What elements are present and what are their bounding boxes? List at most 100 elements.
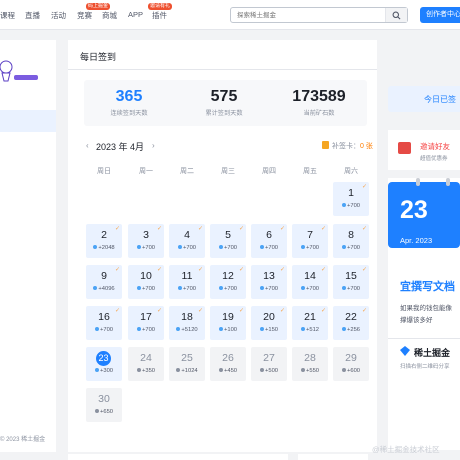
calendar-day-cell[interactable]: 24 +350 bbox=[128, 347, 164, 381]
calendar-day-cell[interactable]: 7 +700 ✓ bbox=[292, 224, 328, 258]
reward-points-value: +512 bbox=[305, 327, 320, 333]
ore-icon bbox=[136, 286, 141, 290]
ore-icon bbox=[93, 286, 98, 290]
nav-activity[interactable]: 活动 bbox=[51, 10, 66, 21]
calendar-day-cell[interactable]: 28 +550 bbox=[292, 347, 328, 381]
nav-live[interactable]: 直播 bbox=[25, 10, 40, 21]
nav-app[interactable]: APP bbox=[128, 10, 143, 19]
calendar-day-cell[interactable]: 2 +2048 ✓ bbox=[86, 224, 122, 258]
calendar-day-cell[interactable]: 12 +700 ✓ bbox=[210, 265, 246, 299]
ore-icon bbox=[177, 245, 182, 249]
calendar-day-cell[interactable]: 11 +700 ✓ bbox=[169, 265, 205, 299]
ore-icon bbox=[93, 245, 98, 249]
calendar-day-cell[interactable]: 5 +700 ✓ bbox=[210, 224, 246, 258]
patch-card-icon bbox=[322, 141, 329, 149]
daily-calendar-card: 23 Apr. 2023 宜撰写文档 如果我的钱包能像 撑爆该多好 稀土掘金 扫… bbox=[388, 178, 460, 450]
weekday-label: 周四 bbox=[262, 168, 276, 175]
reward-points-value: +500 bbox=[264, 368, 279, 374]
creator-center-button[interactable]: 创作者中心 bbox=[420, 7, 460, 23]
calendar-day-cell[interactable]: 14 +700 ✓ bbox=[292, 265, 328, 299]
nav-contest[interactable]: 竞赛 bbox=[77, 10, 92, 21]
ore-icon bbox=[300, 286, 305, 290]
calendar-day-cell[interactable]: 21 +512 ✓ bbox=[292, 306, 328, 340]
reward-points: +600 bbox=[333, 368, 369, 374]
search-icon bbox=[392, 11, 401, 20]
calendar-day-cell[interactable]: 3 +700 ✓ bbox=[128, 224, 164, 258]
ore-icon bbox=[341, 203, 346, 207]
calendar-day-cell[interactable]: 8 +700 ✓ bbox=[333, 224, 369, 258]
reward-points-value: +700 bbox=[305, 245, 320, 251]
search-input[interactable] bbox=[237, 11, 377, 20]
calendar-day-cell[interactable]: 17 +700 ✓ bbox=[128, 306, 164, 340]
reward-points-value: +700 bbox=[182, 286, 197, 292]
patch-card[interactable]: 补签卡：0 张 bbox=[322, 141, 373, 151]
calendar-day-cell[interactable]: 23 +300 bbox=[86, 347, 122, 381]
calendar-day-cell[interactable]: 30 +650 bbox=[86, 388, 122, 422]
calendar-day-cell[interactable]: 6 +700 ✓ bbox=[251, 224, 287, 258]
day-number: 28 bbox=[304, 352, 316, 364]
calendar-day-cell[interactable]: 13 +700 ✓ bbox=[251, 265, 287, 299]
calendar-day-cell[interactable]: 27 +500 bbox=[251, 347, 287, 381]
signed-check-icon: ✓ bbox=[156, 308, 162, 314]
reward-points: +700 bbox=[251, 245, 287, 251]
calendar-day-cell[interactable]: 16 +700 ✓ bbox=[86, 306, 122, 340]
calendar-day-cell[interactable]: 20 +150 ✓ bbox=[251, 306, 287, 340]
ore-icon bbox=[341, 368, 346, 372]
calendar-day-cell[interactable]: 26 +450 bbox=[210, 347, 246, 381]
reward-points: +700 bbox=[333, 203, 369, 209]
ore-icon bbox=[136, 368, 141, 372]
signin-panel: 每日签到 365 连续签到天数 575 累计签到天数 173589 当前矿石数 … bbox=[68, 40, 377, 452]
calendar-day-cell[interactable]: 15 +700 ✓ bbox=[333, 265, 369, 299]
reward-points-value: +350 bbox=[141, 368, 156, 374]
brand-name: 稀土掘金 bbox=[414, 348, 451, 358]
stat-ore-label: 当前矿石数 bbox=[303, 110, 335, 117]
ore-icon bbox=[94, 368, 99, 372]
ore-icon bbox=[176, 368, 181, 372]
reward-points-value: +700 bbox=[346, 245, 361, 251]
reward-points: +2048 bbox=[86, 245, 122, 251]
signed-check-icon: ✓ bbox=[320, 226, 326, 232]
chevron-right-icon[interactable]: › bbox=[152, 141, 155, 150]
calendar-day-cell[interactable]: 22 +256 ✓ bbox=[333, 306, 369, 340]
reward-points: +450 bbox=[210, 368, 246, 374]
day-number: 27 bbox=[263, 352, 275, 364]
calendar-day-cell[interactable]: 1 +700 ✓ bbox=[333, 182, 369, 216]
patch-card-label: 补签卡： bbox=[332, 143, 360, 150]
calendar-day-cell[interactable]: 18 +5120 ✓ bbox=[169, 306, 205, 340]
reward-points-value: +150 bbox=[264, 327, 279, 333]
signed-today-button[interactable]: 今日已签 bbox=[424, 94, 456, 105]
day-number: 24 bbox=[140, 352, 152, 364]
ore-icon bbox=[341, 327, 346, 331]
invite-card[interactable]: 邀请好友 超值优惠券 bbox=[388, 130, 460, 170]
reward-points: +1024 bbox=[169, 368, 205, 374]
sidebar-item-active[interactable] bbox=[0, 110, 56, 132]
calendar-day-cell[interactable]: 25 +1024 bbox=[169, 347, 205, 381]
search-button[interactable] bbox=[385, 8, 407, 22]
weekday-label: 周三 bbox=[221, 168, 235, 175]
nav-plugin[interactable]: 插件 bbox=[152, 10, 167, 21]
day-number: 30 bbox=[98, 393, 110, 405]
search-box[interactable] bbox=[230, 7, 408, 23]
reward-points: +256 bbox=[333, 327, 369, 333]
chevron-left-icon[interactable]: ‹ bbox=[86, 141, 89, 150]
reward-points-value: +700 bbox=[223, 245, 238, 251]
ore-icon bbox=[300, 245, 305, 249]
signed-check-icon: ✓ bbox=[238, 267, 244, 273]
calendar-day-cell[interactable]: 4 +700 ✓ bbox=[169, 224, 205, 258]
reward-points: +700 bbox=[210, 286, 246, 292]
reward-points: +150 bbox=[251, 327, 287, 333]
reward-points-value: +256 bbox=[346, 327, 361, 333]
calendar-day-cell[interactable]: 29 +600 bbox=[333, 347, 369, 381]
stat-ore-value: 173589 bbox=[292, 88, 346, 105]
ore-icon bbox=[218, 327, 223, 331]
reward-points-value: +700 bbox=[264, 286, 279, 292]
signed-check-icon: ✓ bbox=[279, 267, 285, 273]
calendar-day-cell[interactable]: 9 +4096 ✓ bbox=[86, 265, 122, 299]
nav-course[interactable]: 课程 bbox=[0, 10, 15, 21]
nav-mall[interactable]: 商城 bbox=[102, 10, 117, 21]
reward-points: +700 bbox=[333, 286, 369, 292]
calendar-day-cell[interactable]: 19 +100 ✓ bbox=[210, 306, 246, 340]
reward-points-value: +700 bbox=[141, 245, 156, 251]
calendar-day-cell[interactable]: 10 +700 ✓ bbox=[128, 265, 164, 299]
signed-today-card[interactable]: 今日已签 bbox=[388, 86, 460, 112]
